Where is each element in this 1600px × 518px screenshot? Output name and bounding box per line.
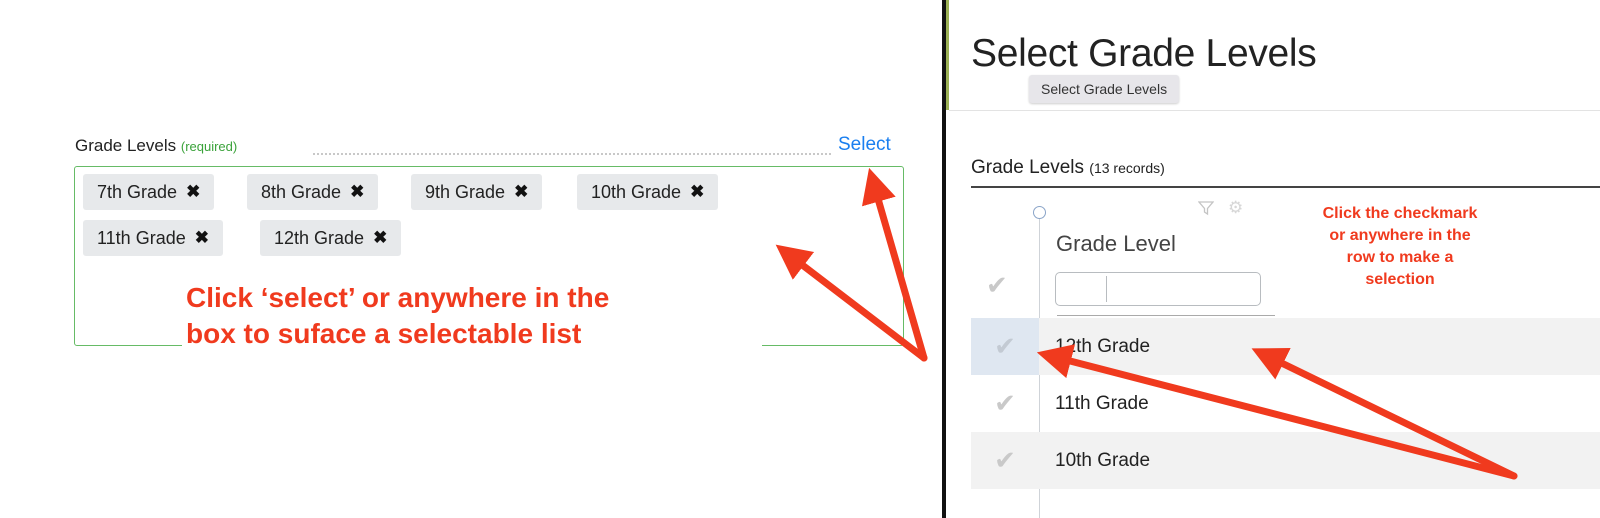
select-all-checkmark-icon[interactable]: ✔ [986,272,1008,298]
close-icon[interactable]: ✖ [514,182,528,202]
annotation-line: selection [1365,271,1435,288]
chip-label: 9th Grade [425,181,506,202]
record-count: (13 records) [1089,160,1165,176]
annotation-line: row to make a [1346,249,1454,266]
row-grade-label: 11th Grade [1055,393,1149,414]
modal-title: Select Grade Levels [971,32,1317,75]
column-header-grade-level[interactable]: Grade Level [1056,231,1176,257]
grade-levels-field-panel: Grade Levels (required) Select 7th Grade… [0,0,940,518]
chip-7th-grade: 7th Grade ✖ [83,174,215,210]
annotation-select-instructions: Click ‘select’ or anywhere in the box to… [182,280,762,352]
leader-dots [313,153,831,155]
header-divider [949,110,1600,111]
grade-levels-label: Grade Levels (required) [75,136,237,156]
chip-11th-grade: 11th Grade ✖ [83,220,223,256]
chip-label: 7th Grade [97,181,178,202]
tree-node-icon [1033,206,1046,219]
select-link[interactable]: Select [838,134,891,156]
close-icon[interactable]: ✖ [195,228,209,248]
chip-8th-grade: 8th Grade ✖ [247,174,379,210]
select-grade-levels-modal: Select Grade Levels Select Grade Levels … [949,0,1600,518]
section-title-label: Grade Levels [971,157,1085,178]
close-icon[interactable]: ✖ [350,182,364,202]
field-label: Grade Levels [75,136,177,155]
chip-label: 11th Grade [97,227,186,248]
filter-underline [1057,315,1275,316]
table-row[interactable]: ✔ 12th Grade [971,318,1600,375]
close-icon[interactable]: ✖ [186,182,200,202]
checkmark-icon[interactable]: ✔ [971,432,1039,489]
annotation-row-instructions: Click the checkmark or anywhere in the r… [1285,203,1515,291]
section-title: Grade Levels (13 records) [971,157,1165,179]
table-row[interactable]: ✔ 11th Grade [971,375,1600,432]
chip-10th-grade: 10th Grade ✖ [577,174,719,210]
close-icon[interactable]: ✖ [373,228,387,248]
row-grade-label: 10th Grade [1055,450,1151,471]
chip-9th-grade: 9th Grade ✖ [411,174,543,210]
annotation-line: or anywhere in the [1329,227,1471,244]
close-icon[interactable]: ✖ [690,182,704,202]
checkmark-icon[interactable]: ✔ [971,375,1039,432]
chip-12th-grade: 12th Grade ✖ [260,220,402,256]
annotation-line: Click ‘select’ or anywhere in the [186,282,610,313]
row-grade-label: 12th Grade [1055,336,1151,357]
table-row[interactable]: ✔ 10th Grade [971,432,1600,489]
chip-label: 8th Grade [261,181,342,202]
filter-icon[interactable] [1198,200,1214,216]
chip-label: 10th Grade [591,181,682,202]
checkmark-icon[interactable]: ✔ [971,318,1039,375]
filter-input-separator [1106,276,1107,302]
annotation-line: box to suface a selectable list [186,318,582,349]
required-indicator: (required) [180,139,238,154]
section-divider [971,186,1600,188]
title-tooltip: Select Grade Levels [1029,75,1180,103]
chip-label: 12th Grade [274,227,365,248]
gear-icon[interactable]: ⚙ [1228,199,1243,216]
column-filter-input[interactable] [1055,272,1261,306]
annotation-line: Click the checkmark [1322,205,1478,222]
